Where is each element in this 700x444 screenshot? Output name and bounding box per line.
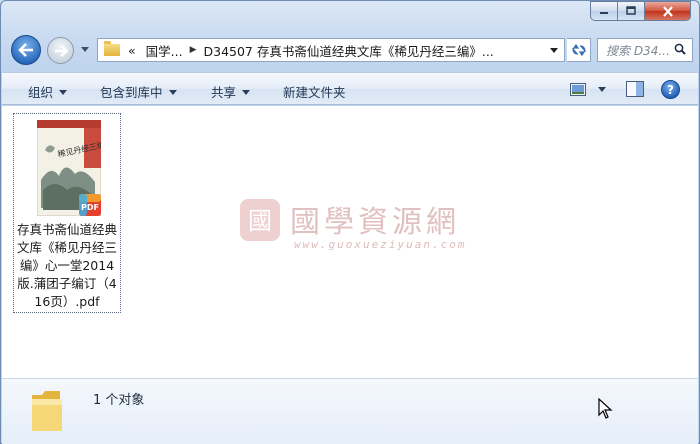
close-button[interactable]: [644, 1, 691, 21]
search-icon[interactable]: [674, 43, 686, 55]
view-icon: [570, 83, 586, 96]
search-input[interactable]: 搜索 D34...: [597, 38, 693, 62]
refresh-button[interactable]: [567, 38, 591, 62]
watermark-url: www.guoxueziyuan.com: [294, 238, 467, 251]
maximize-icon: [626, 6, 636, 15]
breadcrumb-arrow-icon[interactable]: ▶: [190, 45, 197, 55]
recent-pages-dropdown[interactable]: [81, 47, 89, 52]
mouse-cursor-icon: [598, 398, 613, 419]
preview-pane-button[interactable]: [626, 81, 644, 98]
refresh-icon: [571, 44, 586, 56]
chevron-down-icon: [598, 87, 606, 92]
item-count: 1 个对象: [93, 393, 145, 408]
explorer-window: « 国学... ▶ D34507 存真书斋仙道经典文库《稀见丹经三编》... 搜…: [0, 0, 700, 444]
close-icon: [662, 5, 673, 17]
preview-pane-icon: [626, 81, 644, 97]
arrow-left-icon: [18, 43, 33, 57]
new-folder-label: 新建文件夹: [283, 85, 346, 100]
watermark: 國 國學資源網 www.guoxueziyuan.com: [238, 197, 464, 251]
pdf-thumbnail: 稀见丹经三编 PDF: [37, 120, 101, 216]
include-library-label: 包含到库中: [100, 85, 163, 100]
pdf-badge: PDF: [81, 203, 99, 212]
back-button[interactable]: [11, 35, 41, 65]
organize-menu[interactable]: 组织: [28, 82, 68, 101]
file-list-area[interactable]: 稀见丹经三编 PDF 存真书斋仙道经典文库《稀见丹经三编》心一堂2014版.蒲团…: [2, 106, 698, 378]
share-label: 共享: [211, 85, 237, 100]
change-view-button[interactable]: [570, 81, 606, 98]
help-icon: ?: [667, 82, 674, 97]
forward-button[interactable]: [47, 37, 74, 64]
chevron-down-icon: [242, 90, 251, 95]
file-name-label[interactable]: 存真书斋仙道经典文库《稀见丹经三编》心一堂2014版.蒲团子编订（416页）.p…: [14, 221, 120, 311]
folder-icon: [32, 391, 62, 431]
breadcrumb-guoxue[interactable]: 国学...: [146, 41, 183, 60]
breadcrumb-current-folder[interactable]: D34507 存真书斋仙道经典文库《稀见丹经三编》...: [204, 41, 494, 60]
file-item[interactable]: 稀见丹经三编 PDF 存真书斋仙道经典文库《稀见丹经三编》心一堂2014版.蒲团…: [13, 113, 121, 313]
share-menu[interactable]: 共享: [211, 82, 251, 101]
search-placeholder: 搜索 D34...: [606, 43, 670, 58]
navigation-bar: « 国学... ▶ D34507 存真书斋仙道经典文库《稀见丹经三编》... 搜…: [9, 34, 693, 65]
svg-text:國: 國: [248, 207, 272, 235]
address-history-dropdown[interactable]: [550, 48, 558, 53]
help-button[interactable]: ?: [661, 80, 680, 99]
include-in-library-menu[interactable]: 包含到库中: [100, 82, 177, 101]
chevron-down-icon: [168, 90, 177, 95]
minimize-button[interactable]: [590, 1, 617, 21]
arrow-right-icon: [54, 44, 68, 57]
command-bar: 组织 包含到库中 共享 新建文件夹 ?: [2, 72, 698, 105]
maximize-button[interactable]: [617, 1, 644, 21]
folder-icon: [104, 41, 120, 56]
chevron-down-icon: [59, 90, 68, 95]
address-overflow[interactable]: «: [128, 43, 136, 58]
new-folder-button[interactable]: 新建文件夹: [283, 82, 346, 101]
watermark-text: 國學資源網: [290, 205, 460, 240]
address-bar[interactable]: « 国学... ▶ D34507 存真书斋仙道经典文库《稀见丹经三编》...: [97, 38, 565, 62]
caption-buttons: [590, 1, 691, 21]
minimize-icon: [600, 12, 608, 14]
organize-label: 组织: [28, 85, 54, 100]
watermark-logo-icon: 國: [240, 199, 280, 241]
details-pane: 1 个对象: [2, 378, 698, 444]
